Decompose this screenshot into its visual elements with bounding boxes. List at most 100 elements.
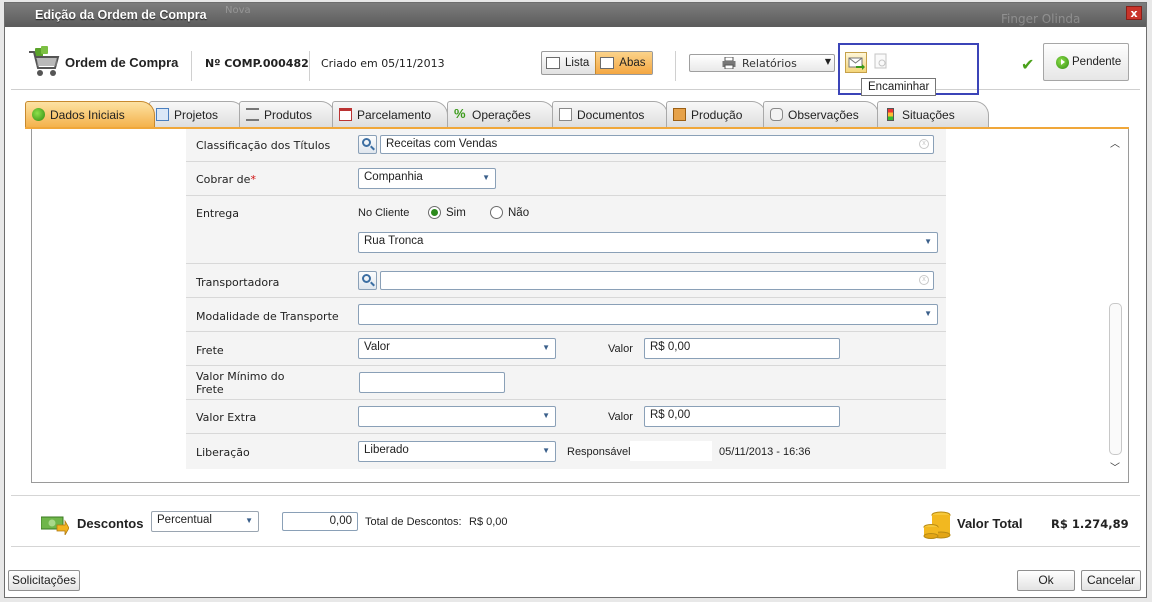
field-label: Cobrar de* — [196, 173, 256, 186]
tab-parcelamento[interactable]: Parcelamento — [332, 101, 448, 127]
clear-icon[interactable]: x — [919, 275, 929, 285]
order-number: Nº COMP.000482 — [205, 57, 309, 70]
cancel-button[interactable]: Cancelar — [1081, 570, 1141, 591]
radio-nao[interactable] — [490, 206, 503, 219]
tab-projetos[interactable]: Projetos — [149, 101, 245, 127]
frete-type-select[interactable]: Valor ▼ — [358, 338, 556, 359]
tabs-icon — [600, 57, 615, 69]
valor-extra-type-select[interactable]: ▼ — [358, 406, 556, 427]
field-label: Frete — [196, 344, 224, 357]
row-entrega: Entrega No Cliente Sim Não Rua Tronca ▼ — [186, 196, 946, 264]
row-liberacao: Liberação Liberado ▼ Responsável 05/11/2… — [186, 434, 946, 468]
search-button[interactable] — [358, 271, 377, 290]
tab-documentos[interactable]: Documentos — [552, 101, 668, 127]
tab-producao[interactable]: Produção — [666, 101, 766, 127]
select-value: Percentual — [157, 514, 212, 526]
chevron-down-icon: ▼ — [924, 309, 932, 318]
valor-total-value: R$ 1.274,89 — [1051, 517, 1129, 531]
responsavel-label: Responsável — [567, 446, 631, 458]
tab-label: Operações — [472, 108, 531, 122]
row-classificacao: Classificação dos Títulos Receitas com V… — [186, 129, 946, 162]
search-icon-handle — [370, 145, 375, 151]
close-button[interactable]: x — [1126, 6, 1142, 20]
view-toggle: Lista Abas — [541, 51, 653, 75]
window-title: Edição da Ordem de Compra — [35, 8, 207, 22]
preview-button[interactable] — [871, 52, 893, 73]
tab-label: Documentos — [577, 108, 645, 122]
field-label: Modalidade de Transporte — [196, 310, 339, 323]
field-label-line2: Frete — [196, 383, 224, 396]
documents-icon — [559, 108, 572, 121]
input-value: 0,00 — [329, 515, 352, 527]
total-descontos-label: Total de Descontos: — [365, 516, 462, 528]
printer-icon — [722, 57, 736, 69]
radio-sim[interactable] — [428, 206, 441, 219]
chevron-down-icon: ▼ — [542, 446, 550, 455]
desconto-tipo-select[interactable]: Percentual ▼ — [151, 511, 259, 532]
scroll-down-icon[interactable]: ﹀ — [1110, 459, 1120, 474]
tab-situacoes[interactable]: Situações — [877, 101, 989, 127]
tabs-view-button[interactable]: Abas — [595, 52, 652, 74]
address-select[interactable]: Rua Tronca ▼ — [358, 232, 938, 253]
pending-status-button[interactable]: Pendente — [1043, 43, 1129, 81]
solicitacoes-button[interactable]: Solicitações — [8, 570, 80, 591]
transportadora-input[interactable]: x — [380, 271, 934, 290]
field-label: Liberação — [196, 446, 250, 459]
classificacao-input[interactable]: Receitas com Vendas x — [380, 135, 934, 154]
search-icon-handle — [370, 281, 375, 287]
reports-label: Relatórios — [742, 57, 797, 70]
tab-operacoes[interactable]: % Operações — [447, 101, 555, 127]
reports-dropdown[interactable]: Relatórios ▼ — [689, 54, 835, 72]
row-valor-extra: Valor Extra ▼ Valor R$ 0,00 — [186, 400, 946, 434]
totals-bar: Descontos Percentual ▼ 0,00 Total de Des… — [11, 495, 1140, 547]
play-circle-icon — [1056, 56, 1069, 69]
select-value: Companhia — [364, 171, 423, 183]
tab-dados-iniciais[interactable]: Dados Iniciais — [25, 101, 155, 127]
valor-minimo-input[interactable] — [359, 372, 505, 393]
tab-label: Situações — [902, 108, 955, 122]
nao-label: Não — [508, 207, 530, 219]
factory-icon — [673, 108, 686, 121]
descontos-label: Descontos — [77, 516, 144, 531]
tab-observacoes[interactable]: Observações — [763, 101, 879, 127]
liberacao-datetime: 05/11/2013 - 16:36 — [719, 446, 811, 458]
money-icon — [41, 516, 69, 535]
title-bar[interactable]: Nova Finger Olinda Edição da Ordem de Co… — [5, 3, 1146, 27]
clear-icon[interactable]: x — [919, 139, 929, 149]
tab-label: Observações — [788, 108, 859, 122]
status-label: Pendente — [1072, 56, 1122, 68]
valor-extra-input[interactable]: R$ 0,00 — [644, 406, 840, 427]
percent-icon: % — [454, 106, 466, 121]
input-value: Receitas com Vendas — [386, 138, 498, 150]
scroll-thumb[interactable] — [1109, 303, 1122, 455]
row-transportadora: Transportadora x — [186, 264, 946, 298]
list-icon — [546, 57, 560, 69]
document-icon — [156, 108, 169, 121]
row-modalidade: Modalidade de Transporte ▼ — [186, 298, 946, 332]
scroll-up-icon[interactable]: ︿ — [1110, 135, 1120, 150]
frete-valor-input[interactable]: R$ 0,00 — [644, 338, 840, 359]
required-mark: * — [250, 173, 256, 186]
responsavel-value — [630, 441, 712, 461]
cobrar-select[interactable]: Companhia ▼ — [358, 168, 496, 189]
tab-label: Produtos — [264, 108, 313, 122]
chevron-down-icon: ▼ — [245, 516, 253, 525]
desconto-valor-input[interactable]: 0,00 — [282, 512, 358, 531]
search-button[interactable] — [358, 135, 377, 154]
list-view-label: Lista — [565, 57, 590, 69]
ok-button[interactable]: Ok — [1017, 570, 1075, 591]
forward-button[interactable] — [845, 52, 867, 73]
chevron-down-icon: ▼ — [542, 343, 550, 352]
liberacao-select[interactable]: Liberado ▼ — [358, 441, 556, 462]
vertical-scrollbar[interactable]: ︿ ﹀ — [1107, 129, 1125, 481]
chevron-down-icon: ▼ — [824, 57, 831, 66]
traffic-light-icon — [887, 108, 894, 121]
modalidade-select[interactable]: ▼ — [358, 304, 938, 325]
divider — [309, 51, 310, 81]
tab-produtos[interactable]: Produtos — [239, 101, 335, 127]
tabs-view-label: Abas — [619, 57, 646, 69]
tab-label: Projetos — [174, 108, 219, 122]
shopping-cart-icon — [29, 46, 60, 76]
background-text: Finger Olinda — [1001, 12, 1081, 26]
list-view-button[interactable]: Lista — [542, 52, 595, 74]
